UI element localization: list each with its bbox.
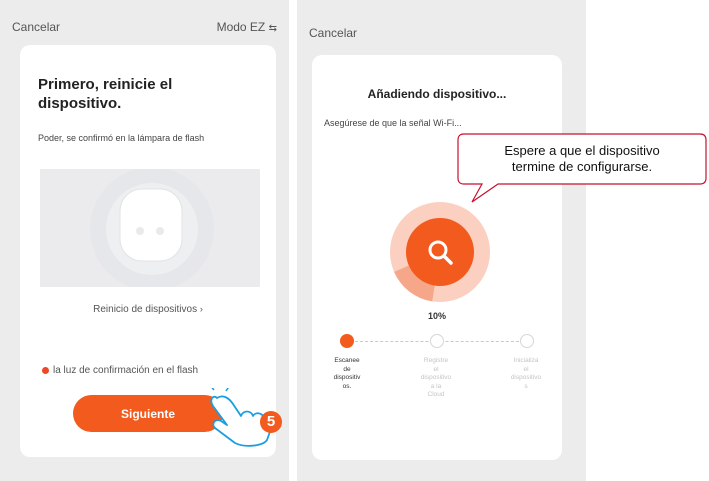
callout-text: Espere a que el dispositivo termine de c…	[458, 143, 706, 175]
step-text: dispositivo	[420, 374, 452, 381]
step-label-init: Inicializa el dispositivo s	[503, 357, 549, 391]
callout-line-1: Espere a que el dispositivo	[504, 143, 660, 158]
search-button-circle	[406, 218, 474, 286]
cancel-button[interactable]: Cancelar	[12, 20, 60, 34]
title-line-2: dispositivo.	[38, 95, 122, 112]
radio-selected-icon	[42, 367, 49, 374]
step-dot-scan	[340, 334, 354, 348]
adding-title: Añadiendo dispositivo...	[367, 87, 507, 101]
phone-screen-reset: Cancelar Modo EZ ⇆ Primero, reinicie el …	[0, 0, 289, 481]
step-label-scan: Escanee de dispositiv os.	[324, 357, 370, 391]
step-dot-init	[520, 334, 534, 348]
device-illustration	[40, 169, 260, 287]
power-note: Poder, se confirmó en la lámpara de flas…	[38, 133, 205, 143]
flash-confirm-checkbox[interactable]: la luz de confirmación en el flash	[42, 365, 198, 376]
cancel-button[interactable]: Cancelar	[309, 26, 357, 40]
step-text: de	[343, 365, 351, 373]
step-text: el	[433, 365, 439, 373]
ez-mode-button[interactable]: Modo EZ ⇆	[217, 20, 277, 34]
instruction-callout: Espere a que el dispositivo termine de c…	[457, 133, 707, 203]
step-text: s	[524, 382, 528, 390]
wifi-note: Asegúrese de que la señal Wi-Fi...	[324, 118, 462, 128]
flash-confirm-label: la luz de confirmación en el flash	[53, 365, 199, 376]
phone-screen-adding: Cancelar Añadiendo dispositivo... Asegúr…	[297, 0, 586, 481]
smart-plug-illustration	[90, 169, 214, 287]
step-text: a la	[430, 382, 442, 390]
title-line-1: Primero, reinicie el	[38, 76, 173, 93]
step-text: Cloud	[427, 391, 445, 398]
reset-devices-link[interactable]: Reinicio de dispositivos ›	[20, 304, 276, 315]
next-button[interactable]: Siguiente	[73, 395, 223, 432]
step-text: Inicializa	[513, 357, 539, 364]
step-text: os.	[342, 382, 352, 390]
step-text: dispositivo	[510, 374, 542, 381]
chevron-right-icon: ›	[199, 304, 203, 314]
step-label-register: Registre el dispositivo a la Cloud	[413, 357, 459, 400]
step-text: Registre	[423, 357, 449, 364]
step-text: Escanee	[334, 357, 360, 364]
scan-progress-ring	[390, 202, 490, 302]
top-bar: Cancelar	[297, 0, 586, 52]
search-icon	[428, 240, 453, 265]
swap-arrows-icon: ⇆	[268, 23, 277, 34]
page-title: Primero, reinicie el dispositivo.	[38, 75, 172, 113]
ez-mode-label: Modo EZ	[216, 20, 266, 34]
callout-line-2: termine de configurarse.	[511, 159, 653, 174]
step-number-badge: 5	[260, 411, 282, 433]
adding-card: Añadiendo dispositivo... Asegúrese de qu…	[312, 55, 562, 460]
step-text: el	[523, 365, 529, 373]
progress-percent: 10%	[427, 311, 446, 321]
step-text: dispositiv	[333, 374, 361, 381]
reset-devices-label: Reinicio de dispositivos	[93, 304, 198, 315]
step-dot-register	[430, 334, 444, 348]
